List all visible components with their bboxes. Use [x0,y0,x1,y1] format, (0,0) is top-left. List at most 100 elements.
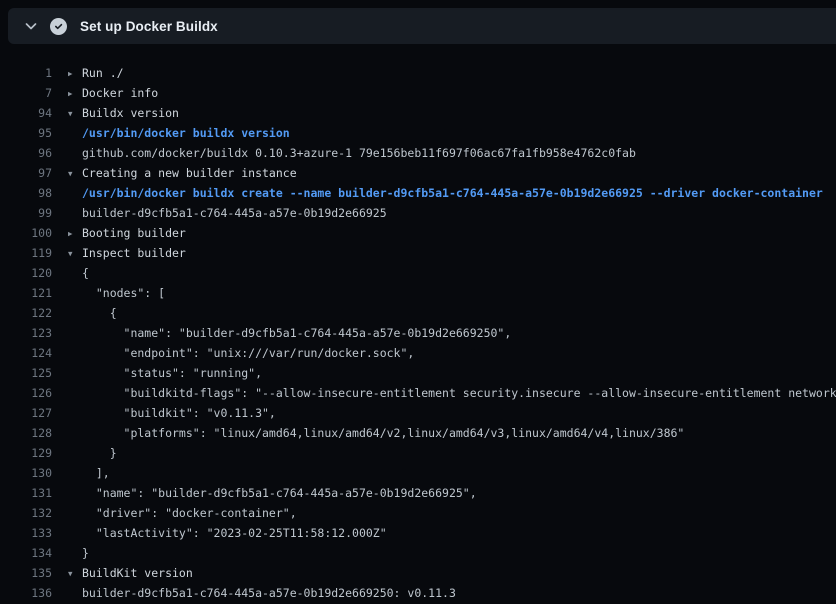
gutter: ▼ [68,243,82,265]
line-number-link[interactable]: 95 [0,123,52,143]
command-text: /usr/bin/docker buildx create --name bui… [82,183,823,203]
log-group-row[interactable]: 119 ▼ Inspect builder [0,243,836,263]
line-number-link[interactable]: 7 [0,83,52,103]
line-number-link[interactable]: 134 [0,543,52,563]
log-line-row: 122 { [0,303,836,323]
group-expanded-icon[interactable]: ▼ [68,564,73,584]
log-line-row: 125 "status": "running", [0,363,836,383]
line-number-link[interactable]: 130 [0,463,52,483]
output-text: "lastActivity": "2023-02-25T11:58:12.000… [82,523,387,543]
output-text: "platforms": "linux/amd64,linux/amd64/v2… [82,423,684,443]
log-line-row: 130 ], [0,463,836,483]
line-number-link[interactable]: 126 [0,383,52,403]
log-line-row: 124 "endpoint": "unix:///var/run/docker.… [0,343,836,363]
line-number-link[interactable]: 135 [0,563,52,583]
log-line-row: 95/usr/bin/docker buildx version [0,123,836,143]
line-number-link[interactable]: 122 [0,303,52,323]
line-number-link[interactable]: 1 [0,63,52,83]
line-number-link[interactable]: 100 [0,223,52,243]
line-number-link[interactable]: 94 [0,103,52,123]
group-expanded-icon[interactable]: ▼ [68,244,73,264]
output-text: "nodes": [ [82,283,165,303]
line-number-link[interactable]: 131 [0,483,52,503]
output-text: "name": "builder-d9cfb5a1-c764-445a-a57e… [82,483,477,503]
log-group-row[interactable]: 97 ▼ Creating a new builder instance [0,163,836,183]
log-group-row[interactable]: 100 ▶ Booting builder [0,223,836,243]
log-group-row[interactable]: 7 ▶ Docker info [0,83,836,103]
gutter: ▶ [68,223,82,245]
output-text: github.com/docker/buildx 0.10.3+azure-1 … [82,143,636,163]
output-text: { [82,303,117,323]
output-text: "driver": "docker-container", [82,503,297,523]
line-number-link[interactable]: 127 [0,403,52,423]
output-text: "status": "running", [82,363,262,383]
output-text: { [82,263,89,283]
group-title: Creating a new builder instance [82,163,297,183]
line-number-link[interactable]: 133 [0,523,52,543]
log-viewer: 1▶Run ./7▶Docker info94▼Buildx version95… [0,44,836,604]
log-line-row: 96 github.com/docker/buildx 0.10.3+azure-… [0,143,836,163]
log-group-row[interactable]: 94 ▼ Buildx version [0,103,836,123]
log-line-row: 131 "name": "builder-d9cfb5a1-c764-445a-… [0,483,836,503]
log-line-row: 123 "name": "builder-d9cfb5a1-c764-445a-… [0,323,836,343]
group-expanded-icon[interactable]: ▼ [68,104,73,124]
gutter: ▶ [68,63,82,85]
group-title: Buildx version [82,103,179,123]
step-header[interactable]: Set up Docker Buildx [8,8,836,44]
log-line-row: 126 "buildkitd-flags": "--allow-insecure… [0,383,836,403]
log-line-row: 121 "nodes": [ [0,283,836,303]
output-text: ], [82,463,110,483]
log-line-row: 129 } [0,443,836,463]
log-line-row: 98/usr/bin/docker buildx create --name b… [0,183,836,203]
log-group-row[interactable]: 1 ▶ Run ./ [0,63,836,83]
group-title: BuildKit version [82,563,193,583]
output-text: "name": "builder-d9cfb5a1-c764-445a-a57e… [82,323,511,343]
line-number-link[interactable]: 136 [0,583,52,603]
line-number-link[interactable]: 132 [0,503,52,523]
output-text: } [82,443,117,463]
group-expanded-icon[interactable]: ▼ [68,164,73,184]
log-line-row: 99 builder-d9cfb5a1-c764-445a-a57e-0b19d2… [0,203,836,223]
chevron-down-icon[interactable] [18,13,44,39]
group-title: Booting builder [82,223,186,243]
line-number-link[interactable]: 128 [0,423,52,443]
command-text: /usr/bin/docker buildx version [82,123,290,143]
line-number-link[interactable]: 125 [0,363,52,383]
group-title: Run ./ [82,63,124,83]
log-line-row: 132 "driver": "docker-container", [0,503,836,523]
log-line-row: 128 "platforms": "linux/amd64,linux/amd6… [0,423,836,443]
gutter: ▼ [68,163,82,185]
output-text: } [82,543,89,563]
line-number-link[interactable]: 124 [0,343,52,363]
group-collapsed-icon[interactable]: ▶ [68,64,73,84]
group-title: Inspect builder [82,243,186,263]
line-number-link[interactable]: 119 [0,243,52,263]
group-collapsed-icon[interactable]: ▶ [68,224,73,244]
output-text: "endpoint": "unix:///var/run/docker.sock… [82,343,414,363]
line-number-link[interactable]: 96 [0,143,52,163]
log-line-row: 120 { [0,263,836,283]
log-line-row: 134} [0,543,836,563]
line-number-link[interactable]: 99 [0,203,52,223]
log-group-row[interactable]: 135 ▼ BuildKit version [0,563,836,583]
line-number-link[interactable]: 97 [0,163,52,183]
line-number-link[interactable]: 123 [0,323,52,343]
group-title: Docker info [82,83,158,103]
line-number-link[interactable]: 98 [0,183,52,203]
log-line-row: 133 "lastActivity": "2023-02-25T11:58:12… [0,523,836,543]
gutter: ▶ [68,83,82,105]
line-number-link[interactable]: 129 [0,443,52,463]
log-line-row: 127 "buildkit": "v0.11.3", [0,403,836,423]
output-text: builder-d9cfb5a1-c764-445a-a57e-0b19d2e6… [82,583,456,603]
gutter: ▼ [68,563,82,585]
line-number-link[interactable]: 121 [0,283,52,303]
log-line-row: 136 builder-d9cfb5a1-c764-445a-a57e-0b19d… [0,583,836,603]
gutter: ▼ [68,103,82,125]
step-title: Set up Docker Buildx [80,19,218,34]
group-collapsed-icon[interactable]: ▶ [68,84,73,104]
output-text: "buildkit": "v0.11.3", [82,403,276,423]
check-circle-icon [44,13,72,39]
line-number-link[interactable]: 120 [0,263,52,283]
output-text: "buildkitd-flags": "--allow-insecure-ent… [82,383,836,403]
output-text: builder-d9cfb5a1-c764-445a-a57e-0b19d2e6… [82,203,387,223]
